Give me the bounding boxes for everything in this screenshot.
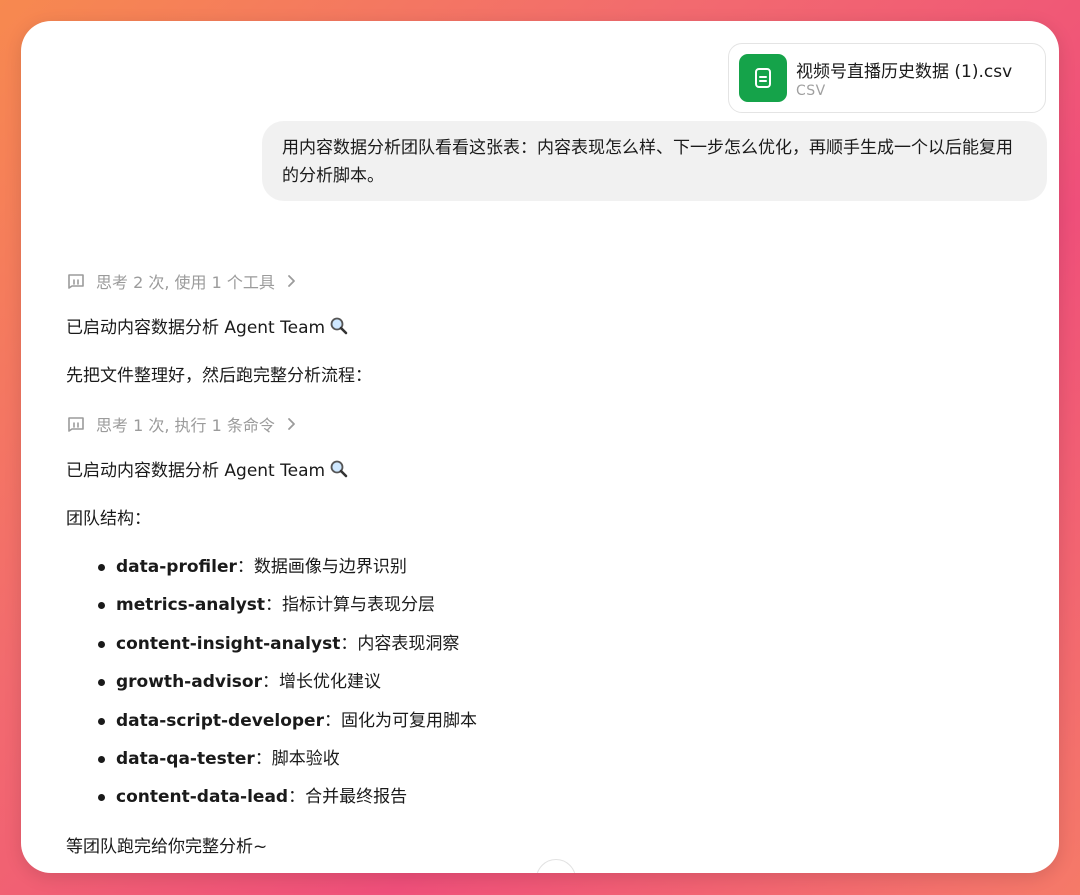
document-icon: [739, 54, 787, 102]
reply-line: 等团队跑完给你完整分析~: [66, 837, 268, 857]
team-role: content-insight-analyst: [116, 633, 341, 654]
list-item: content-insight-analyst：内容表现洞察: [98, 632, 477, 670]
thought-summary-2[interactable]: 思考 1 次, 执行 1 条命令: [66, 411, 296, 437]
team-role: data-profiler: [116, 557, 237, 577]
team-role-desc: ：数据画像与边界识别: [236, 557, 407, 577]
team-role: data-script-developer: [116, 710, 324, 731]
reply-text: 已启动内容数据分析 Agent Team: [66, 461, 326, 481]
team-role: data-qa-tester: [116, 748, 255, 769]
chat-window: 视频号直播历史数据 (1).csv CSV 用内容数据分析团队看看这张表：内容表…: [21, 21, 1059, 873]
team-role-desc: ：固化为可复用脚本: [323, 710, 477, 731]
list-item: data-qa-tester：脚本验收: [98, 747, 477, 785]
scroll-down-button[interactable]: [536, 859, 576, 873]
file-name: 视频号直播历史数据 (1).csv: [796, 62, 1013, 82]
magnifier-emoji-icon: [330, 317, 348, 335]
chevron-right-icon: [287, 275, 295, 287]
list-item: growth-advisor：增长优化建议: [98, 670, 477, 708]
list-item: data-script-developer：固化为可复用脚本: [98, 709, 477, 747]
reply-text: 已启动内容数据分析 Agent Team: [66, 318, 326, 338]
magnifier-emoji-icon: [330, 460, 348, 478]
team-role-desc: ：合并最终报告: [288, 787, 408, 808]
thought-icon: [68, 274, 84, 289]
list-item: metrics-analyst：指标计算与表现分层: [98, 593, 477, 631]
thought-icon: [68, 417, 84, 432]
team-role: content-data-lead: [116, 787, 289, 808]
user-message-bubble: 用内容数据分析团队看看这张表：内容表现怎么样、下一步怎么优化，再顺手生成一个以后…: [262, 121, 1047, 201]
reply-line: 已启动内容数据分析 Agent Team: [66, 459, 349, 483]
reply-line: 团队结构：: [66, 509, 151, 529]
thought-summary-label: 思考 1 次, 执行 1 条命令: [96, 416, 275, 435]
team-role: metrics-analyst: [116, 595, 266, 616]
team-list: data-profiler：数据画像与边界识别 metrics-analyst：…: [98, 555, 477, 824]
team-role: growth-advisor: [116, 672, 262, 693]
thought-summary-1[interactable]: 思考 2 次, 使用 1 个工具: [66, 268, 296, 294]
list-item: data-profiler：数据画像与边界识别: [98, 555, 477, 593]
list-item: content-data-lead：合并最终报告: [98, 785, 477, 823]
team-role-desc: ：增长优化建议: [261, 672, 381, 693]
team-role-desc: ：内容表现洞察: [340, 633, 460, 654]
chevron-right-icon: [287, 418, 295, 430]
reply-line: 先把文件整理好，然后跑完整分析流程：: [66, 366, 372, 386]
file-attachment-card[interactable]: 视频号直播历史数据 (1).csv CSV: [728, 43, 1046, 113]
team-role-desc: ：脚本验收: [254, 748, 340, 769]
file-type-label: CSV: [796, 83, 826, 99]
team-role-desc: ：指标计算与表现分层: [265, 595, 436, 616]
thought-summary-label: 思考 2 次, 使用 1 个工具: [96, 273, 275, 292]
reply-line: 已启动内容数据分析 Agent Team: [66, 316, 349, 340]
